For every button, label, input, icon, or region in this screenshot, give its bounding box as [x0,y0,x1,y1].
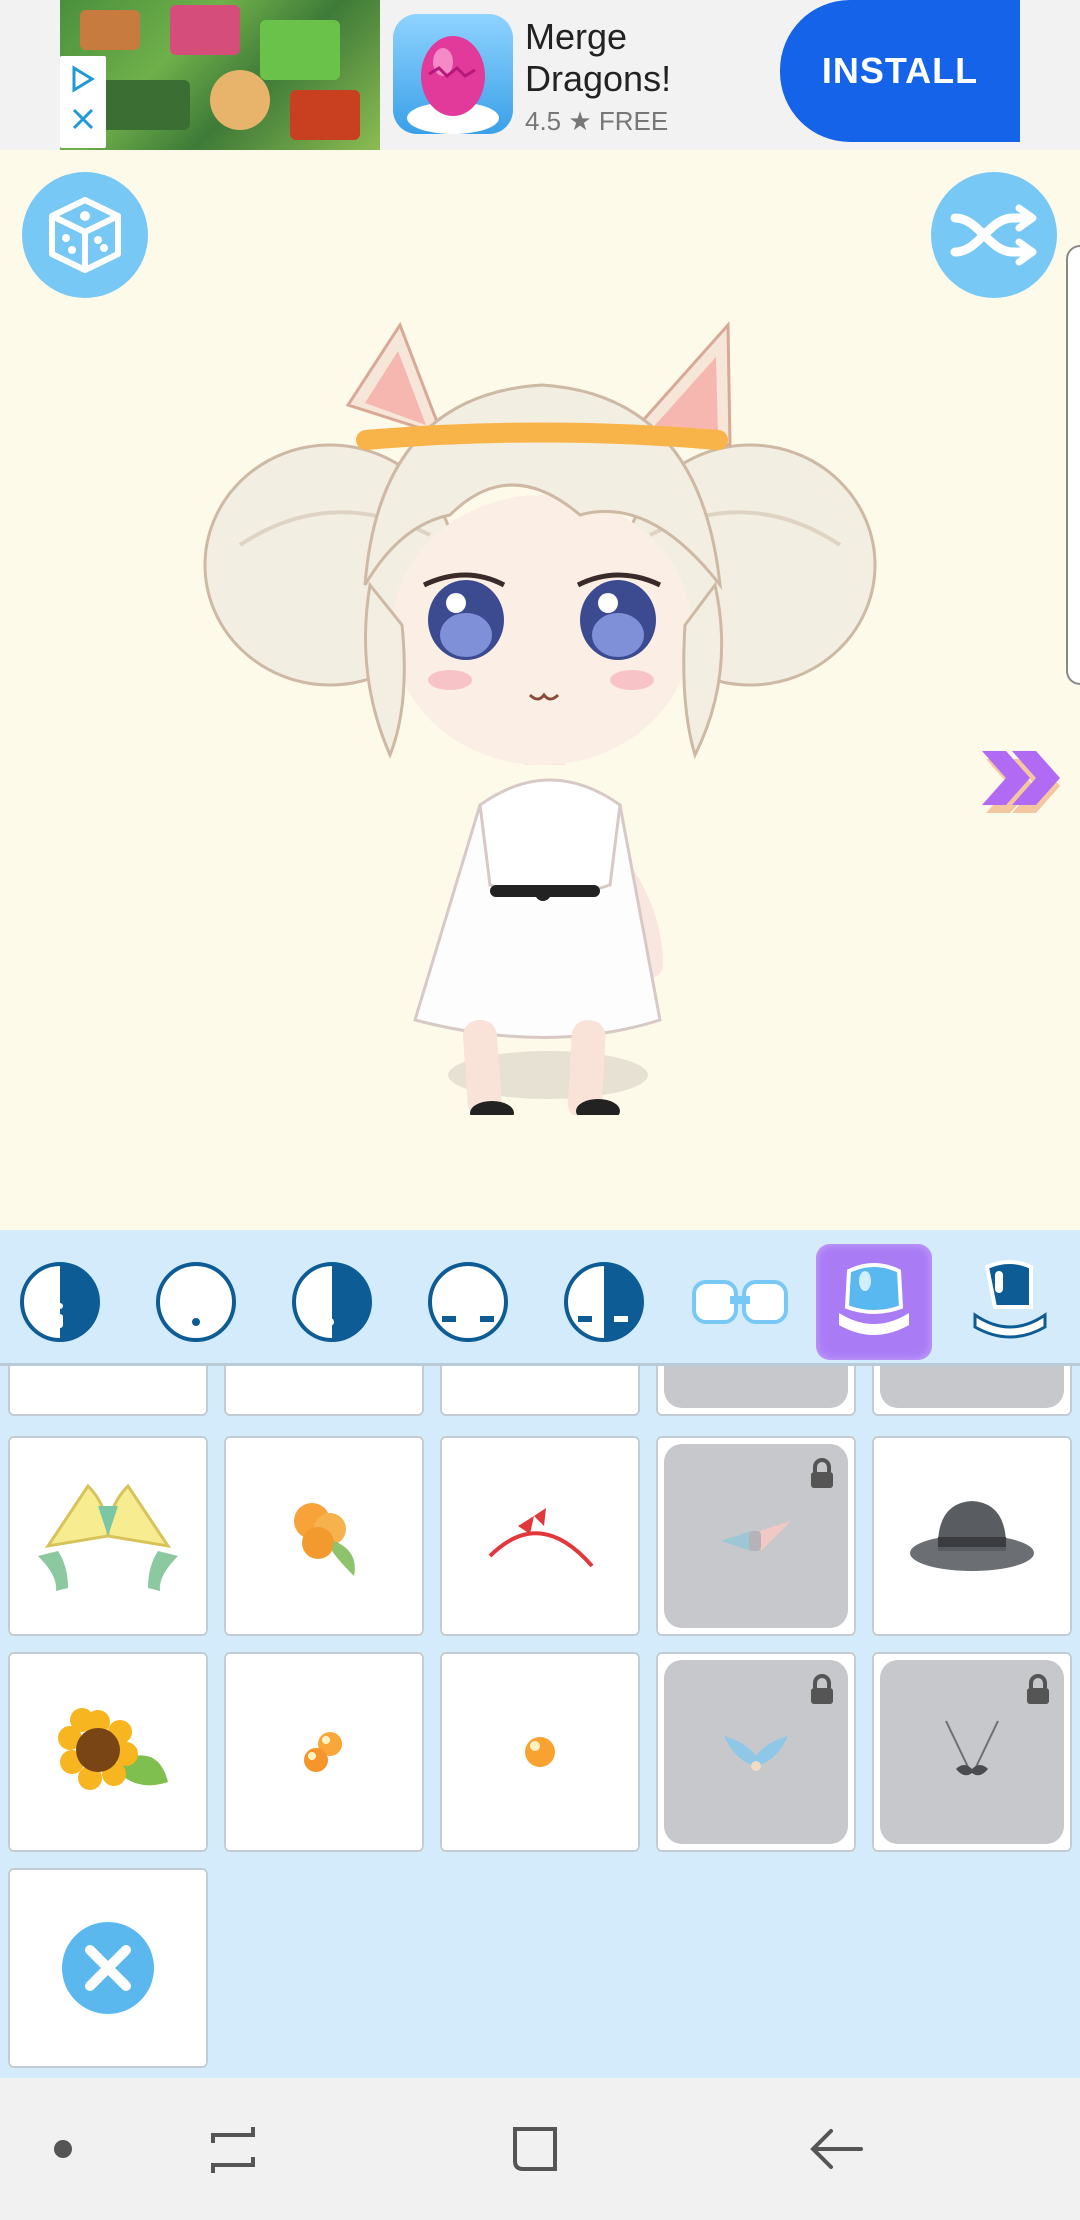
eyes-icon [564,1262,644,1342]
item-bow-tie[interactable] [656,1436,856,1636]
lock-icon [811,1458,833,1488]
ad-title[interactable]: Merge Dragons! [525,16,745,100]
adchoices-badge[interactable] [60,56,106,148]
item-peach-clip[interactable] [224,1436,424,1636]
item-cell-locked[interactable] [872,1366,1072,1416]
category-face-shape-2[interactable] [138,1244,254,1360]
back-arrow-icon [810,2129,863,2169]
item-remove[interactable] [8,1868,208,2068]
mustache-pendant-icon [945,1720,999,1776]
item-mustache-pendant[interactable] [872,1652,1072,1852]
item-grey-fedora[interactable] [872,1436,1072,1636]
ad-rating: 4.5 ★ FREE [525,106,669,136]
home-button[interactable] [500,2114,570,2184]
category-headwear[interactable] [816,1244,932,1360]
face-icon [20,1262,100,1342]
home-dot-button[interactable] [28,2114,98,2184]
orange-beads-icon [304,1732,342,1772]
category-face-shape-3[interactable] [274,1244,390,1360]
item-cell[interactable] [224,1366,424,1416]
item-fish-tail-ornament[interactable] [656,1652,856,1852]
face-icon [292,1262,372,1342]
category-bar [0,1230,1080,1366]
item-cell[interactable] [8,1366,208,1416]
shuffle-icon [950,204,1037,266]
mask-icon [973,1260,1047,1339]
lock-icon [1027,1674,1049,1704]
fedora-icon [910,1501,1034,1571]
shuffle-button[interactable] [931,172,1057,298]
category-mask[interactable] [952,1244,1068,1360]
character-avatar [203,321,877,1115]
side-drawer-tab[interactable] [1066,245,1080,685]
item-banana-ears[interactable] [8,1436,208,1636]
eyes-icon [428,1262,508,1342]
item-cell[interactable] [440,1366,640,1416]
lock-icon [811,1674,833,1704]
home-dot-icon [54,2140,72,2158]
close-icon[interactable] [68,104,98,134]
home-square-icon [513,2127,557,2171]
category-face-shape-1[interactable] [2,1244,118,1360]
glasses-icon [692,1280,788,1324]
category-eyes-1[interactable] [410,1244,526,1360]
item-grid [0,1366,1080,2078]
item-orange-beads[interactable] [224,1652,424,1852]
ad-banner[interactable]: Merge Dragons! 4.5 ★ FREE INSTALL [0,0,1080,150]
double-chevron-right-icon[interactable] [976,747,1066,817]
item-sunflower-clip[interactable] [8,1652,208,1852]
orange-bead-icon [525,1737,555,1767]
ad-game-image[interactable] [60,0,380,150]
peach-clip-icon [294,1503,355,1576]
item-orange-bead[interactable] [440,1652,640,1852]
banana-ears-icon [38,1483,178,1591]
item-red-headband[interactable] [440,1436,640,1636]
ad-app-icon[interactable] [393,14,513,134]
app-root: Merge Dragons! 4.5 ★ FREE INSTALL [0,0,1080,2220]
fish-tail-icon [724,1736,788,1771]
recents-button[interactable] [198,2114,268,2184]
back-button[interactable] [802,2114,872,2184]
category-glasses[interactable] [682,1244,798,1360]
install-button[interactable]: INSTALL [780,0,1020,142]
random-button[interactable] [22,172,148,298]
headband-icon [488,1508,594,1568]
face-icon [156,1262,236,1342]
remove-x-icon [62,1922,154,2014]
item-cell-locked[interactable] [656,1366,856,1416]
headwear-icon [839,1263,909,1335]
dice-icon [49,197,121,273]
category-eyes-2[interactable] [546,1244,662,1360]
character-stage [0,150,1080,1230]
recents-icon [211,2127,255,2173]
sunflower-icon [58,1708,168,1790]
system-nav-bar [0,2078,1080,2220]
adchoices-icon[interactable] [68,64,98,94]
bow-tie-icon [721,1521,791,1551]
